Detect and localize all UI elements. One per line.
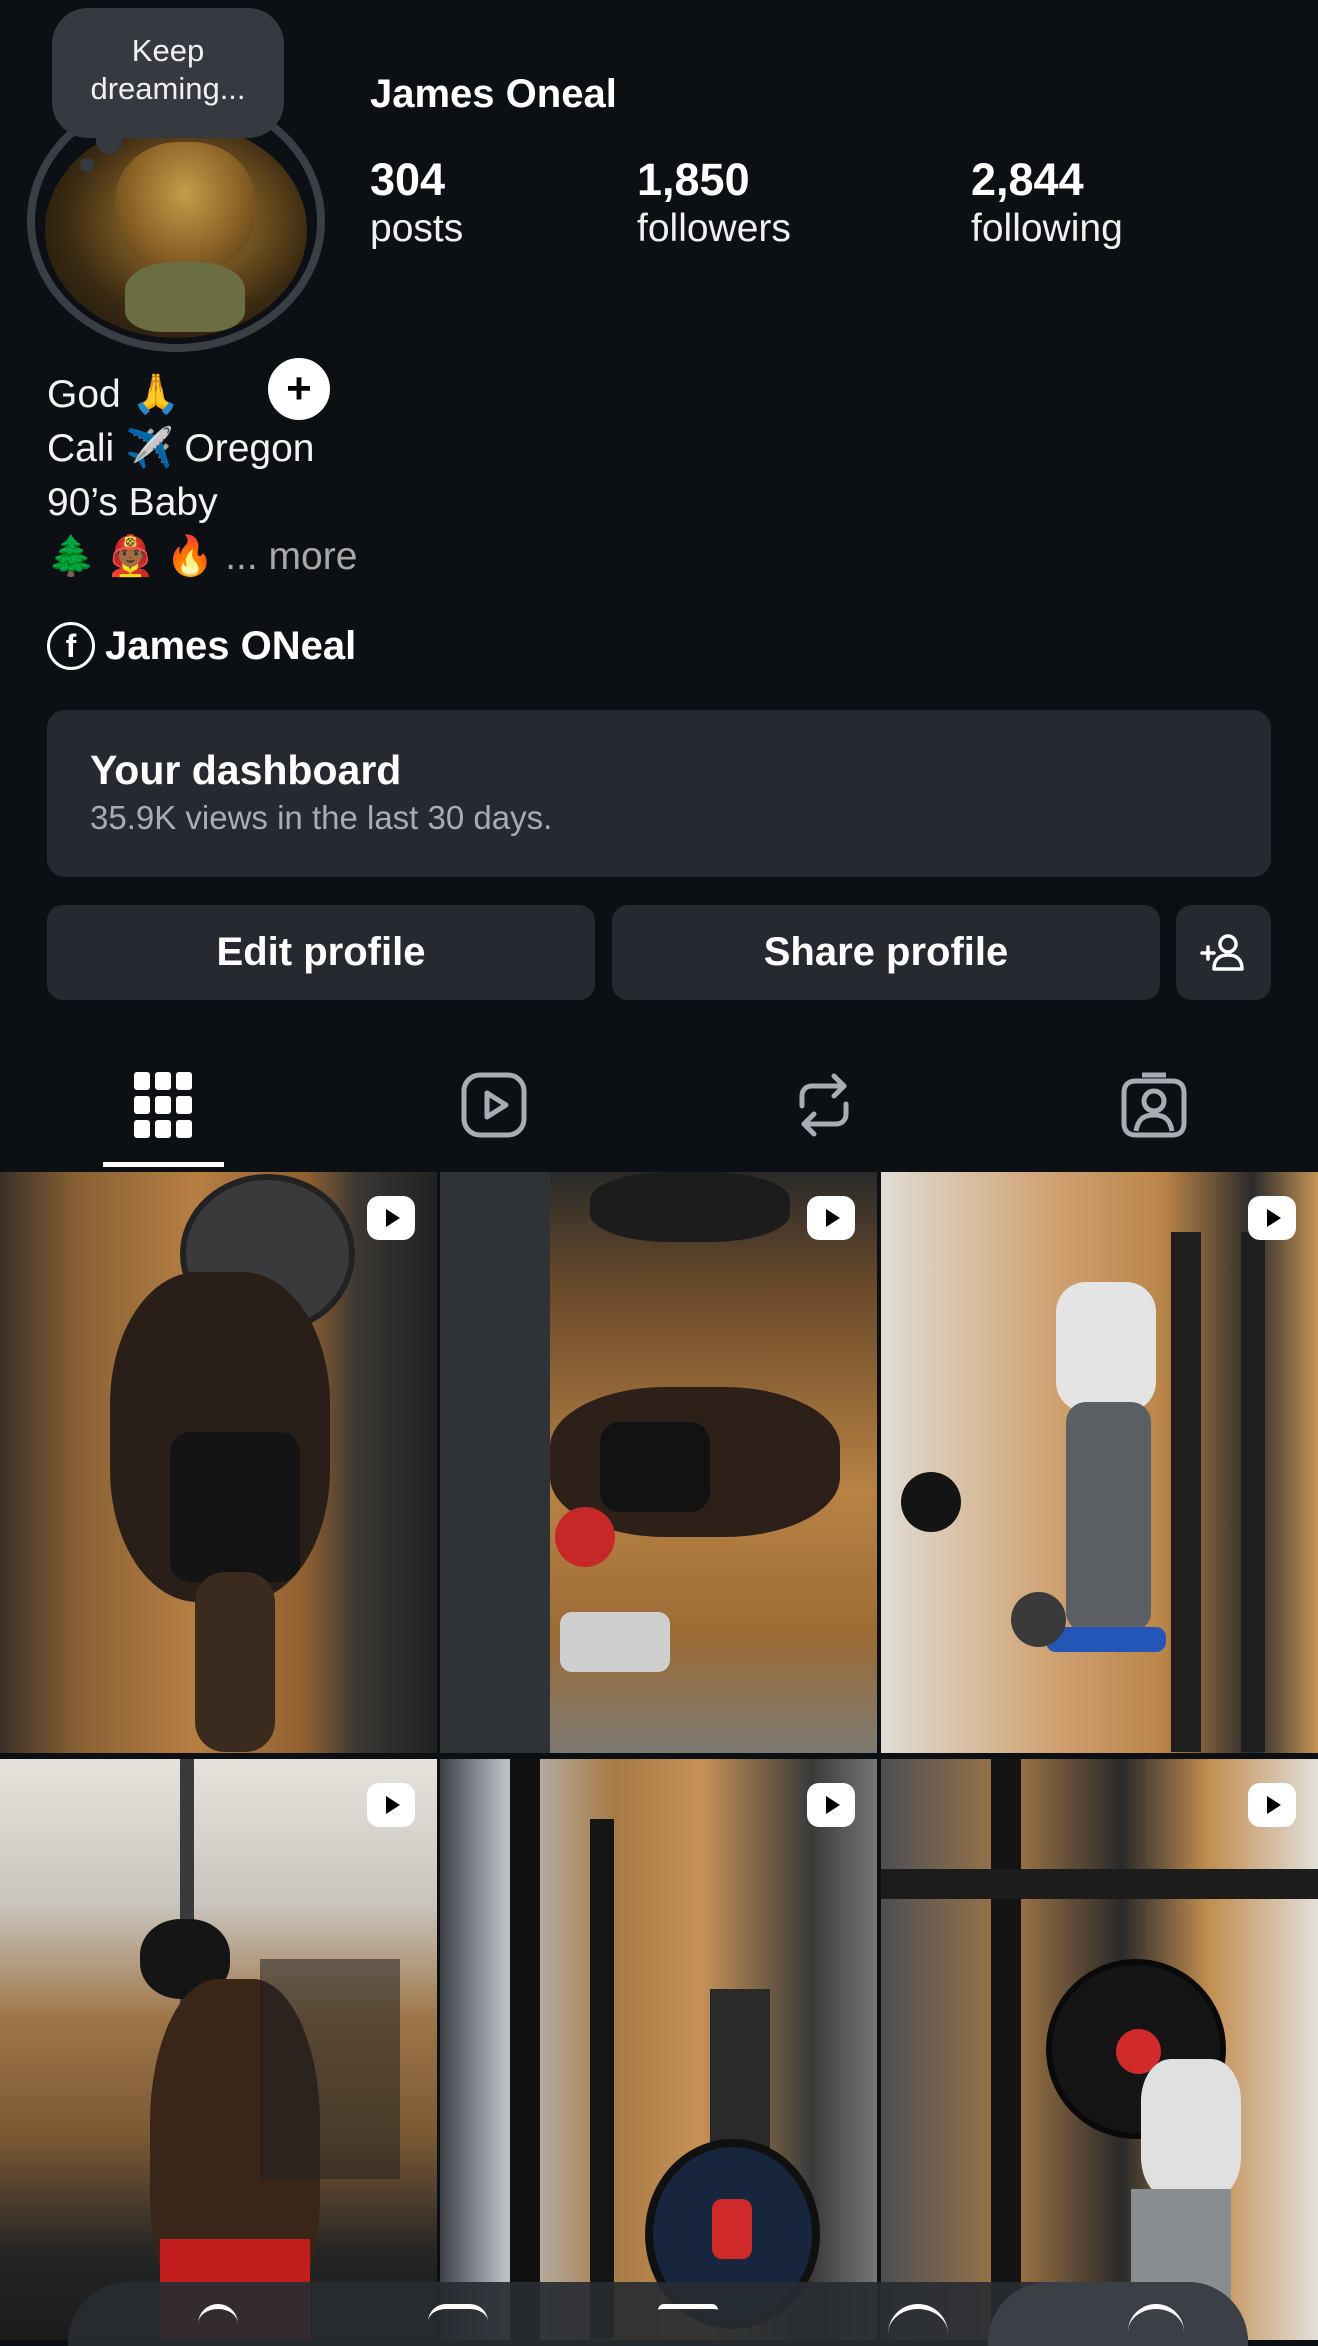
posts-stat[interactable]: 304 posts (370, 154, 463, 252)
edit-profile-button[interactable]: Edit profile (47, 905, 595, 1000)
messages-icon[interactable] (658, 2304, 718, 2346)
reel-badge-icon (1248, 1783, 1296, 1827)
dashboard-subtitle: 35.9K views in the last 30 days. (90, 799, 553, 836)
post-thumbnail[interactable] (881, 1172, 1318, 1753)
reel-badge-icon (367, 1196, 415, 1240)
followers-stat[interactable]: 1,850 followers (637, 154, 791, 252)
post-thumbnail[interactable] (440, 1759, 877, 2340)
discover-people-button[interactable] (1176, 905, 1271, 1000)
reel-badge-icon (807, 1783, 855, 1827)
tagged-icon (1121, 1072, 1187, 1138)
avatar[interactable] (45, 122, 307, 338)
bottom-navigation (68, 2282, 1248, 2346)
bio-line-3: 90’s Baby (47, 481, 218, 524)
dashboard-title: Your dashboard (90, 747, 402, 793)
facebook-icon: f (47, 622, 95, 670)
bio: God 🙏 Cali ✈️ Oregon 90’s Baby 🌲 👨🏾‍🚒 🔥 … (47, 368, 357, 584)
post-thumbnail[interactable] (0, 1759, 437, 2340)
tab-posts-grid[interactable] (73, 1040, 253, 1170)
tab-reposts[interactable] (734, 1040, 914, 1170)
note-line-1: Keep (131, 33, 205, 68)
followers-count: 1,850 (637, 154, 750, 205)
reel-badge-icon (367, 1783, 415, 1827)
following-label: following (971, 207, 1123, 250)
bio-line-4: 🌲 👨🏾‍🚒 🔥 ... more (47, 530, 357, 584)
active-tab-indicator (103, 1162, 224, 1167)
profile-page: + Keep dreaming... James Oneal 304 posts… (0, 0, 1318, 2346)
add-person-icon (1199, 933, 1244, 971)
reel-badge-icon (807, 1196, 855, 1240)
share-profile-button[interactable]: Share profile (612, 905, 1160, 1000)
grid-icon (134, 1072, 192, 1138)
bio-more-link[interactable]: ... more (225, 535, 357, 578)
facebook-link[interactable]: f James ONeal (47, 622, 356, 670)
reel-badge-icon (1248, 1196, 1296, 1240)
reels-icon (461, 1072, 527, 1138)
search-icon[interactable] (888, 2304, 948, 2346)
note-bubble[interactable]: Keep dreaming... (52, 8, 284, 172)
following-count: 2,844 (971, 154, 1084, 205)
bio-line-1: God 🙏 (47, 373, 181, 416)
reposts-icon (799, 1073, 849, 1137)
posts-label: posts (370, 207, 464, 250)
followers-label: followers (637, 207, 791, 250)
dashboard-card[interactable]: Your dashboard 35.9K views in the last 3… (47, 710, 1271, 877)
home-icon[interactable] (198, 2304, 238, 2346)
post-thumbnail[interactable] (440, 1172, 877, 1753)
reels-nav-icon[interactable] (428, 2304, 488, 2346)
profile-name: James Oneal (370, 72, 617, 116)
tab-tagged[interactable] (1064, 1040, 1244, 1170)
bio-line-2: Cali ✈️ Oregon (47, 427, 315, 470)
nav-active-highlight (988, 2282, 1248, 2346)
note-line-2: dreaming... (90, 71, 246, 106)
posts-count: 304 (370, 154, 446, 205)
tab-reels[interactable] (404, 1040, 584, 1170)
post-thumbnail[interactable] (881, 1759, 1318, 2340)
facebook-link-label: James ONeal (105, 623, 357, 668)
following-stat[interactable]: 2,844 following (971, 154, 1123, 252)
bio-emoji: 🌲 👨🏾‍🚒 🔥 (47, 535, 215, 578)
profile-tabs (0, 1040, 1318, 1170)
post-thumbnail[interactable] (0, 1172, 437, 1753)
posts-grid (0, 1172, 1318, 2346)
